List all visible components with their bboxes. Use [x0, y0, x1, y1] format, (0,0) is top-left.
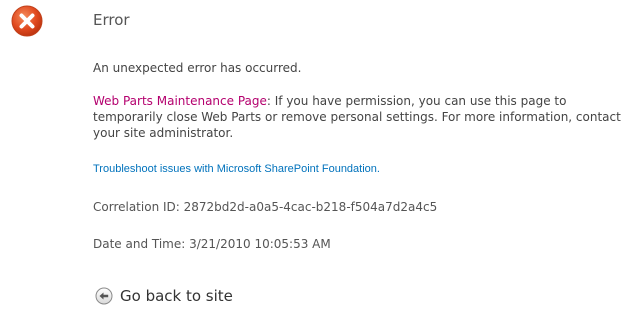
correlation-id: Correlation ID: 2872bd2d-a0a5-4cac-b218-…	[93, 200, 438, 214]
page-title: Error	[93, 11, 130, 29]
maintenance-info: Web Parts Maintenance Page: If you have …	[93, 93, 623, 141]
error-message: An unexpected error has occurred.	[93, 61, 302, 75]
back-arrow-icon	[95, 287, 113, 305]
go-back-label: Go back to site	[120, 287, 233, 305]
date-time: Date and Time: 3/21/2010 10:05:53 AM	[93, 237, 331, 251]
troubleshoot-link[interactable]: Troubleshoot issues with Microsoft Share…	[93, 161, 380, 177]
error-icon	[11, 5, 43, 37]
web-parts-maintenance-link[interactable]: Web Parts Maintenance Page	[93, 94, 267, 108]
go-back-button[interactable]: Go back to site	[95, 287, 233, 305]
